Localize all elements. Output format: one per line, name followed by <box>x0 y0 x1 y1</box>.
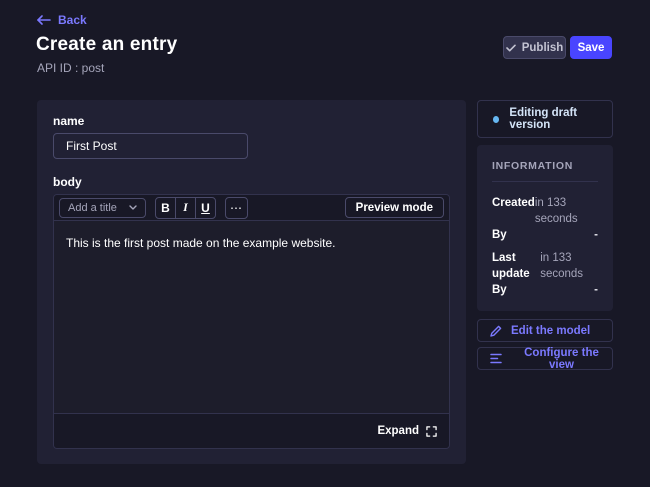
information-panel: INFORMATION Created in 133 seconds By - … <box>477 145 613 311</box>
layout-lines-icon <box>490 353 502 364</box>
info-row-created-by: By - <box>492 227 598 243</box>
configure-view-label: Configure the view <box>511 347 612 371</box>
heading-select-value: Add a title <box>68 202 117 214</box>
info-row-updated-by: By - <box>492 282 598 298</box>
editor-textarea[interactable]: This is the first post made on the examp… <box>54 221 449 413</box>
check-icon <box>506 44 516 52</box>
format-button-group: B I U <box>155 197 216 219</box>
italic-button[interactable]: I <box>175 197 196 219</box>
information-heading: INFORMATION <box>492 160 598 172</box>
back-label: Back <box>58 13 87 27</box>
editor-text: This is the first post made on the examp… <box>66 236 335 250</box>
editor-expand-bar[interactable]: Expand <box>54 413 449 448</box>
configure-view-button[interactable]: Configure the view <box>477 347 613 370</box>
information-divider <box>492 181 598 182</box>
publish-button[interactable]: Publish <box>503 36 566 59</box>
body-field-label: body <box>53 175 450 189</box>
arrow-left-icon <box>37 15 51 25</box>
edit-model-label: Edit the model <box>511 325 590 337</box>
edit-model-button[interactable]: Edit the model <box>477 319 613 342</box>
draft-status-box: Editing draft version <box>477 100 613 138</box>
save-button[interactable]: Save <box>570 36 612 59</box>
rich-text-editor: Add a title B I U ⋯ Preview mode This is… <box>53 194 450 449</box>
info-row-last-update: Last update in 133 seconds <box>492 250 598 282</box>
entry-sidebar: Editing draft version INFORMATION Create… <box>477 100 613 370</box>
pencil-icon <box>490 325 502 337</box>
preview-mode-button[interactable]: Preview mode <box>345 197 444 218</box>
information-rows: Created in 133 seconds By - Last update … <box>492 195 598 298</box>
info-row-created: Created in 133 seconds <box>492 195 598 227</box>
bold-button[interactable]: B <box>155 197 176 219</box>
expand-label: Expand <box>377 425 419 437</box>
draft-status-label: Editing draft version <box>509 107 612 131</box>
name-input[interactable] <box>53 133 248 159</box>
draft-dot-icon <box>493 116 499 123</box>
publish-label: Publish <box>522 42 564 54</box>
entry-form-panel: name body Add a title B I U ⋯ Preview mo… <box>37 100 466 464</box>
heading-select[interactable]: Add a title <box>59 198 146 218</box>
info-row-spacer <box>492 243 598 250</box>
editor-toolbar: Add a title B I U ⋯ Preview mode <box>54 195 449 221</box>
back-link[interactable]: Back <box>37 13 87 27</box>
save-label: Save <box>578 42 605 54</box>
expand-icon <box>426 426 437 437</box>
page-title: Create an entry <box>36 34 177 56</box>
chevron-down-icon <box>129 205 137 210</box>
name-field-label: name <box>53 114 450 128</box>
api-id-subtitle: API ID : post <box>37 61 104 75</box>
more-formats-button[interactable]: ⋯ <box>225 197 248 219</box>
underline-button[interactable]: U <box>195 197 216 219</box>
